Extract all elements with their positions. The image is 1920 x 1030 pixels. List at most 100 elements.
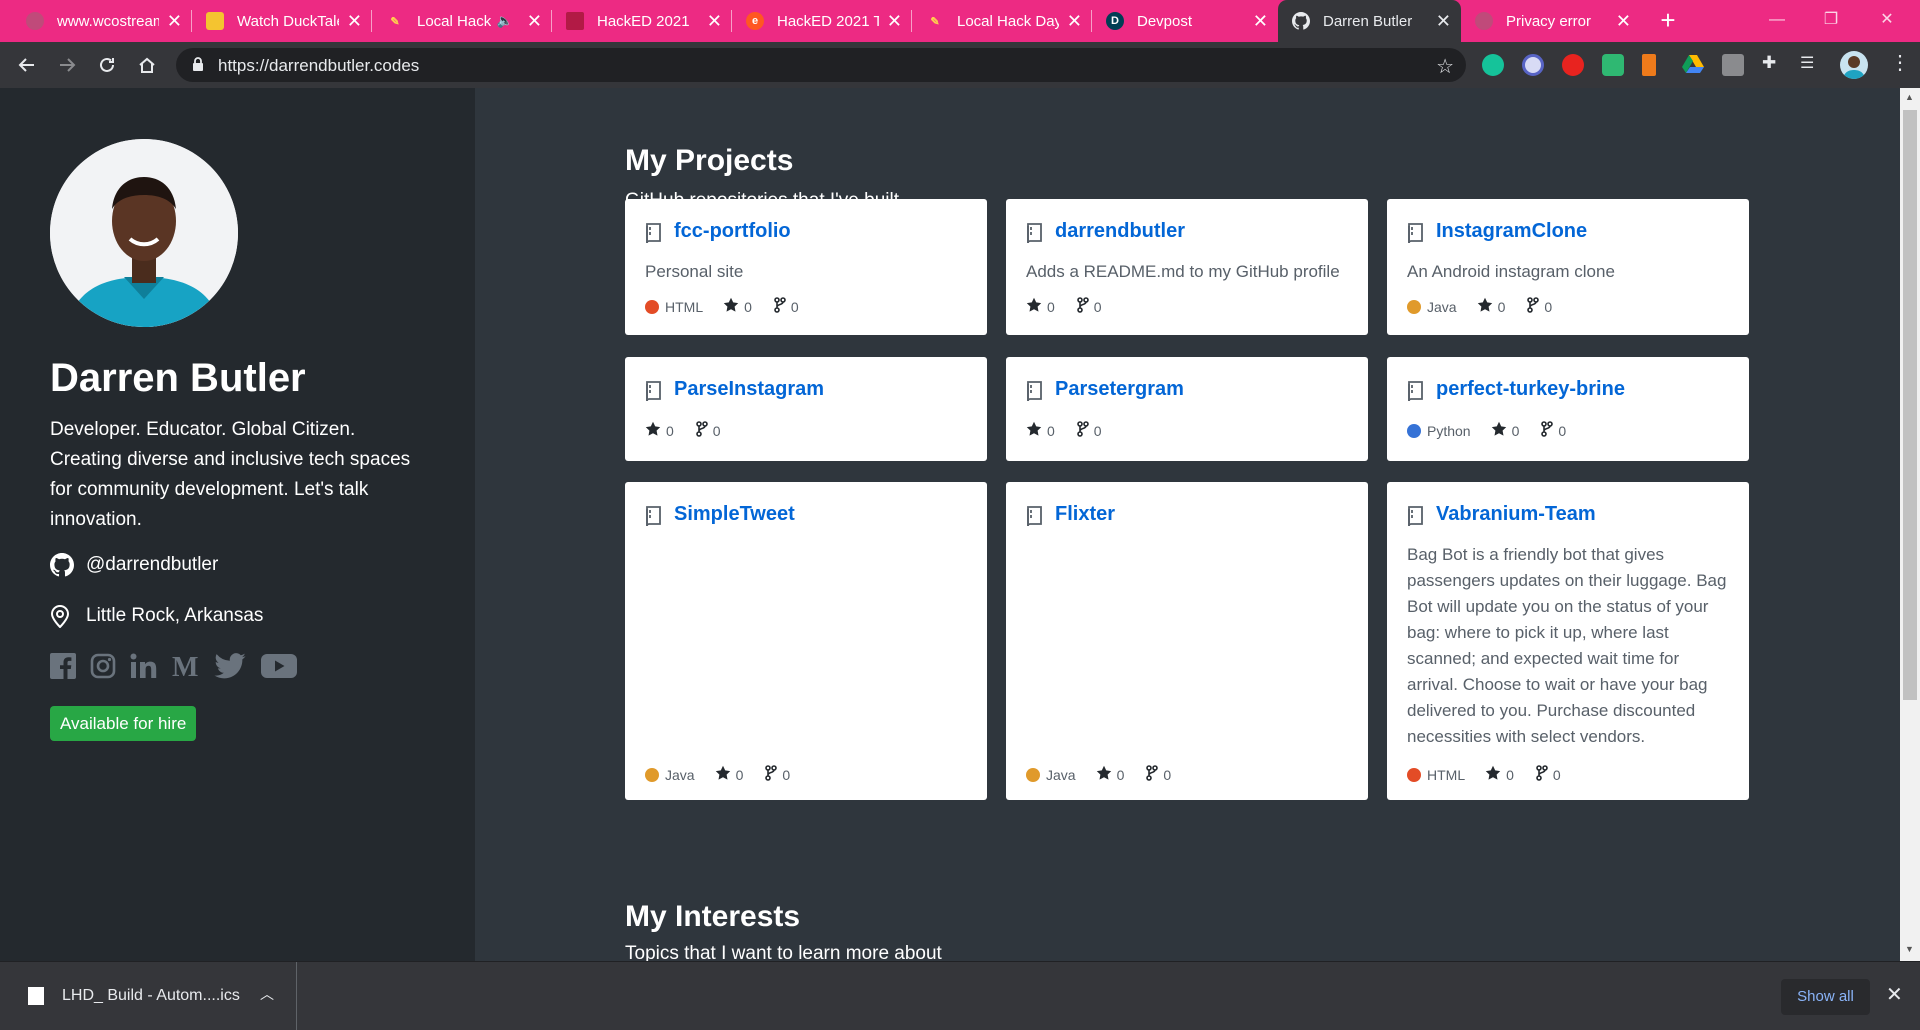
forks-stat[interactable]: 0 bbox=[1146, 765, 1171, 784]
repo-name-link[interactable]: ParseInstagram bbox=[674, 378, 824, 401]
minimize-button[interactable]: — bbox=[1754, 0, 1800, 42]
repo-card[interactable]: darrendbutler Adds a README.md to my GitH… bbox=[1006, 199, 1368, 335]
new-tab-button[interactable]: + bbox=[1655, 0, 1681, 42]
tab-darren-butler[interactable]: Darren Butler ✕ bbox=[1278, 0, 1461, 42]
medium-icon[interactable]: M bbox=[172, 651, 200, 681]
stars-stat[interactable]: 0 bbox=[645, 421, 674, 440]
repo-card[interactable]: perfect-turkey-brine Python 0 0 bbox=[1387, 357, 1749, 461]
repo-name-link[interactable]: darrendbutler bbox=[1055, 220, 1185, 243]
forks-stat[interactable]: 0 bbox=[695, 421, 721, 440]
forks-stat[interactable]: 0 bbox=[1536, 765, 1561, 784]
bookmark-star-icon[interactable]: ☆ bbox=[1436, 54, 1454, 79]
media-control-icon[interactable]: ☰ bbox=[1800, 53, 1814, 73]
scroll-down-icon[interactable]: ▼ bbox=[1905, 944, 1914, 954]
repo-name-link[interactable]: Flixter bbox=[1055, 503, 1115, 526]
page-scrollbar[interactable]: ▲ ▼ bbox=[1900, 88, 1920, 961]
forks-stat[interactable]: 0 bbox=[765, 765, 790, 784]
forks-stat[interactable]: 0 bbox=[1076, 421, 1102, 440]
facebook-icon[interactable] bbox=[50, 651, 76, 681]
repo-name-link[interactable]: InstagramClone bbox=[1436, 220, 1587, 243]
extensions-puzzle-icon[interactable]: ✚ bbox=[1762, 53, 1776, 73]
repo-name-link[interactable]: SimpleTweet bbox=[674, 503, 795, 526]
address-bar[interactable]: https://darrendbutler.codes ☆ bbox=[176, 48, 1466, 82]
stars-stat[interactable]: 0 bbox=[1026, 297, 1055, 316]
close-icon[interactable]: ✕ bbox=[887, 11, 902, 32]
tab-privacy-error[interactable]: Privacy error ✕ bbox=[1461, 0, 1641, 42]
browser-menu-icon[interactable]: ⋮ bbox=[1890, 50, 1910, 75]
tab-devpost[interactable]: D Devpost ✕ bbox=[1092, 0, 1278, 42]
download-item[interactable]: LHD_ Build - Autom....ics ︿ bbox=[0, 962, 297, 1030]
stars-stat[interactable]: 0 bbox=[715, 765, 743, 784]
repo-card[interactable]: InstagramClone An Android instagram clone… bbox=[1387, 199, 1749, 335]
forks-stat[interactable]: 0 bbox=[1527, 297, 1552, 316]
stars-stat[interactable]: 0 bbox=[1491, 421, 1519, 440]
extension-icon[interactable] bbox=[1722, 54, 1744, 76]
linkedin-icon[interactable] bbox=[130, 651, 158, 681]
fork-icon bbox=[765, 765, 782, 784]
forward-button[interactable] bbox=[52, 50, 82, 80]
repo-name-link[interactable]: Vabranium-Team bbox=[1436, 503, 1596, 526]
github-handle-row[interactable]: @darrendbutler bbox=[50, 553, 218, 577]
extension-icon[interactable] bbox=[1642, 54, 1656, 76]
reload-button[interactable] bbox=[92, 50, 122, 80]
stars-stat[interactable]: 0 bbox=[1477, 297, 1505, 316]
extension-icon[interactable] bbox=[1602, 54, 1624, 76]
speaker-icon[interactable]: 🔈 bbox=[497, 13, 513, 29]
repo-name-link[interactable]: perfect-turkey-brine bbox=[1436, 378, 1625, 401]
window-close-button[interactable]: ✕ bbox=[1864, 0, 1910, 42]
stars-stat[interactable]: 0 bbox=[1485, 765, 1514, 784]
close-icon[interactable]: ✕ bbox=[347, 11, 362, 32]
forks-stat[interactable]: 0 bbox=[1076, 297, 1102, 316]
forks-stat[interactable]: 0 bbox=[774, 297, 799, 316]
tab-ducktales[interactable]: Watch DuckTales ✕ bbox=[192, 0, 372, 42]
tab-wcostream[interactable]: www.wcostream ✕ bbox=[12, 0, 192, 42]
tab-local-hack[interactable]: ✎ Local Hack 🔈 ✕ bbox=[372, 0, 552, 42]
star-icon bbox=[1026, 297, 1047, 316]
forks-stat[interactable]: 0 bbox=[1541, 421, 1566, 440]
home-button[interactable] bbox=[132, 50, 162, 80]
close-download-bar-icon[interactable]: ✕ bbox=[1886, 982, 1903, 1007]
browser-profile-avatar[interactable] bbox=[1840, 51, 1868, 79]
github-handle[interactable]: @darrendbutler bbox=[86, 554, 218, 576]
repo-card[interactable]: fcc-portfolio Personal site HTML 0 0 bbox=[625, 199, 987, 335]
extension-icon[interactable] bbox=[1562, 54, 1584, 76]
download-file-name[interactable]: LHD_ Build - Autom....ics bbox=[62, 987, 240, 1005]
back-button[interactable] bbox=[12, 50, 42, 80]
chevron-up-icon[interactable]: ︿ bbox=[260, 984, 274, 1004]
tab-hacked-2021[interactable]: HackED 2021 ✕ bbox=[552, 0, 732, 42]
repo-card[interactable]: Vabranium-Team Bag Bot is a friendly bot … bbox=[1387, 482, 1749, 800]
repo-card[interactable]: Parsetergram 0 0 bbox=[1006, 357, 1368, 461]
instagram-icon[interactable] bbox=[90, 651, 116, 681]
close-icon[interactable]: ✕ bbox=[1067, 11, 1082, 32]
scroll-up-icon[interactable]: ▲ bbox=[1905, 92, 1914, 102]
close-icon[interactable]: ✕ bbox=[1436, 11, 1451, 32]
repo-name-link[interactable]: Parsetergram bbox=[1055, 378, 1184, 401]
stars-stat[interactable]: 0 bbox=[1026, 421, 1055, 440]
back-arrow-icon bbox=[18, 58, 34, 72]
available-for-hire-badge[interactable]: Available for hire bbox=[50, 706, 197, 741]
restore-button[interactable]: ❐ bbox=[1808, 0, 1854, 42]
close-icon[interactable]: ✕ bbox=[707, 11, 722, 32]
repo-card[interactable]: ParseInstagram 0 0 bbox=[625, 357, 987, 461]
show-all-button[interactable]: Show all bbox=[1781, 979, 1870, 1015]
repo-card[interactable]: Flixter Java 0 0 bbox=[1006, 482, 1368, 800]
url-text[interactable]: https://darrendbutler.codes bbox=[218, 56, 419, 76]
repo-stats: HTML 0 0 bbox=[645, 297, 821, 316]
close-icon[interactable]: ✕ bbox=[527, 11, 542, 32]
lock-icon[interactable] bbox=[192, 57, 204, 77]
google-drive-icon[interactable] bbox=[1682, 54, 1704, 76]
twitter-icon[interactable] bbox=[214, 651, 246, 681]
scrollbar-thumb[interactable] bbox=[1903, 110, 1917, 700]
stars-stat[interactable]: 0 bbox=[1096, 765, 1124, 784]
youtube-icon[interactable] bbox=[260, 651, 298, 681]
repo-card[interactable]: SimpleTweet Java 0 0 bbox=[625, 482, 987, 800]
extension-icon[interactable] bbox=[1522, 54, 1544, 76]
tab-hacked-2021-t[interactable]: e HackED 2021 T ✕ bbox=[732, 0, 912, 42]
close-icon[interactable]: ✕ bbox=[1616, 11, 1631, 32]
repo-name-link[interactable]: fcc-portfolio bbox=[674, 220, 791, 243]
close-icon[interactable]: ✕ bbox=[167, 11, 182, 32]
close-icon[interactable]: ✕ bbox=[1253, 11, 1268, 32]
grammarly-extension-icon[interactable] bbox=[1482, 54, 1504, 76]
stars-stat[interactable]: 0 bbox=[723, 297, 752, 316]
tab-local-hack-day[interactable]: ✎ Local Hack Day ✕ bbox=[912, 0, 1092, 42]
